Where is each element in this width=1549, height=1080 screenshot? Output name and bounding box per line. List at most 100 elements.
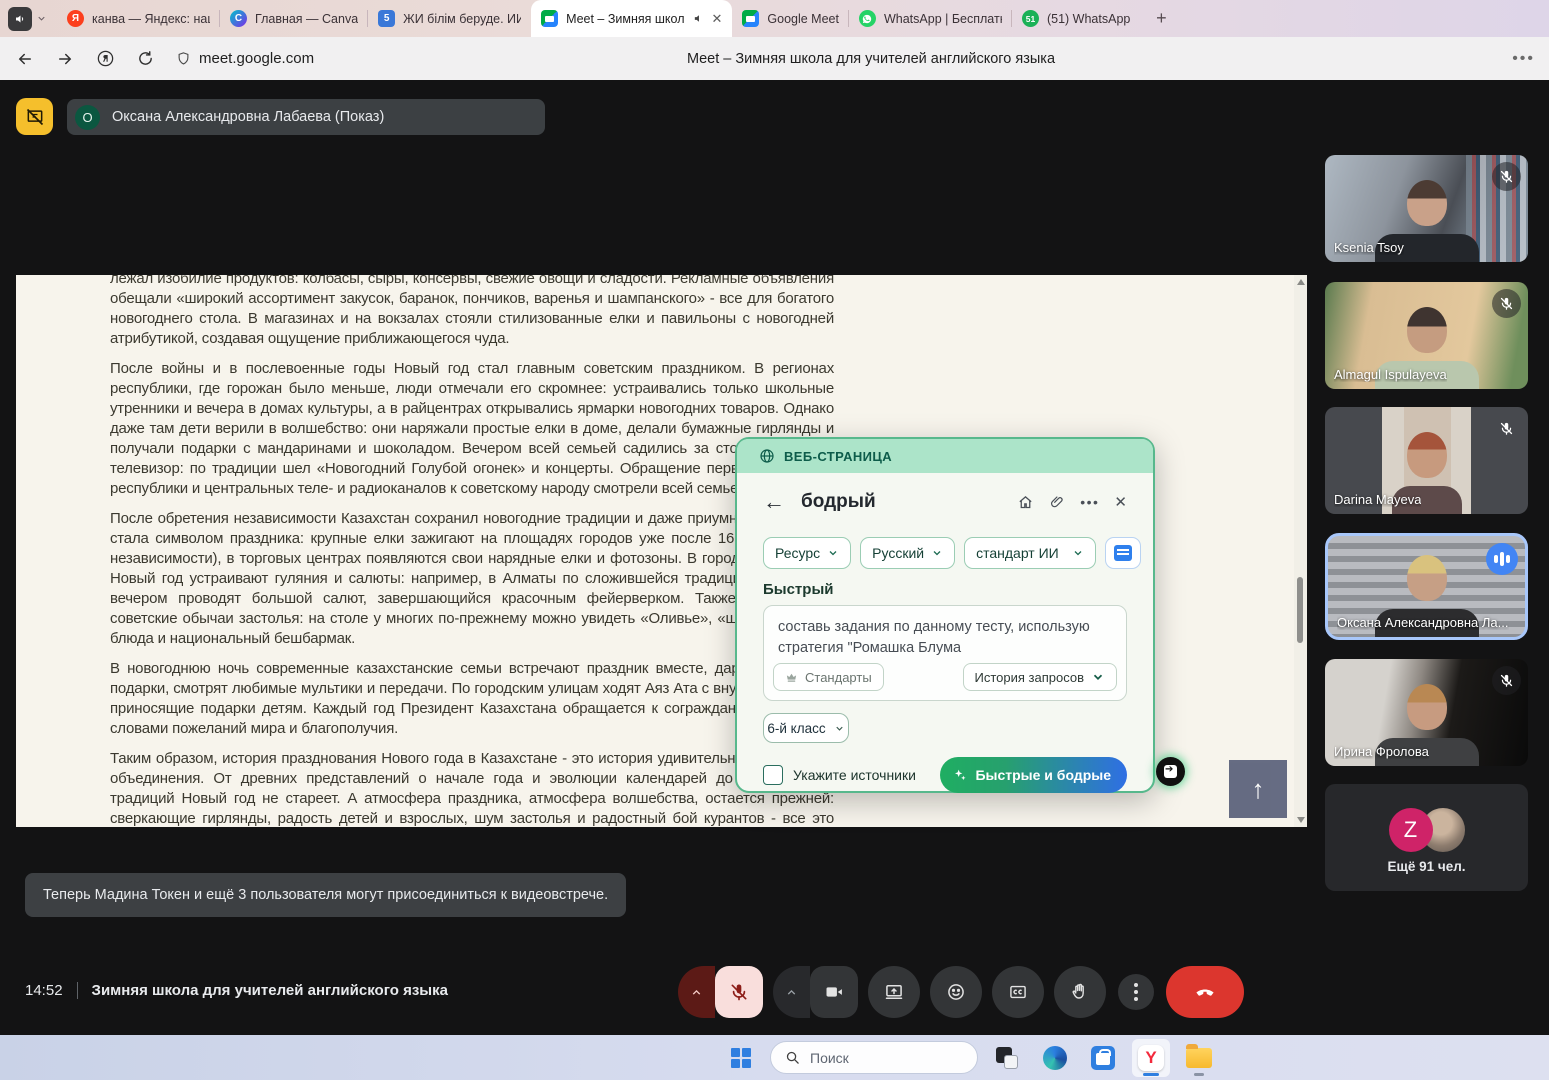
folder-icon — [1186, 1048, 1212, 1068]
reload-button[interactable] — [128, 44, 162, 74]
participant-video — [1372, 583, 1482, 640]
mic-muted-icon — [1492, 414, 1521, 443]
submit-button[interactable]: Быстрые и бодрые — [940, 757, 1127, 793]
grade-dropdown[interactable]: 6-й класс — [763, 713, 849, 743]
browser-menu-button[interactable]: ••• — [1512, 37, 1535, 80]
prompt-text: составь задания по данному тесту, исполь… — [778, 617, 1112, 659]
store-icon — [1091, 1046, 1115, 1070]
popup-close-button[interactable]: ✕ — [1114, 493, 1127, 511]
hand-icon — [1070, 982, 1090, 1002]
speaker-icon — [14, 13, 26, 25]
tab-title: ЖИ білім беруде. ИИ в об — [403, 12, 521, 26]
mic-off-icon — [729, 982, 749, 1002]
participant-tile-darina[interactable]: Darina Mayeva — [1325, 407, 1528, 514]
document-scrollbar[interactable] — [1294, 275, 1307, 827]
scrollbar-thumb[interactable] — [1297, 577, 1303, 643]
forward-button[interactable] — [48, 44, 82, 74]
camera-control — [773, 966, 858, 1018]
participant-tile-irina[interactable]: Ирина Фролова — [1325, 659, 1528, 766]
globe-icon — [759, 448, 775, 464]
scroll-down-arrow[interactable] — [1297, 817, 1305, 823]
slides-favicon: 5 — [378, 10, 395, 27]
meet-controls — [678, 966, 1244, 1018]
tab-yandex-search[interactable]: Я канва — Яндекс: нашлась — [57, 0, 220, 37]
participant-tile-overflow[interactable]: Z Ещё 91 чел. — [1325, 784, 1528, 891]
tab-google-meet[interactable]: Google Meet — [732, 0, 849, 37]
presentation-warning-button[interactable] — [16, 98, 53, 135]
history-button[interactable]: История запросов — [963, 663, 1118, 691]
language-dropdown[interactable]: Русский — [860, 537, 955, 569]
back-button[interactable] — [8, 44, 42, 74]
window-page-title: Meet – Зимняя школа для учителей английс… — [687, 37, 1055, 80]
prompt-input[interactable]: составь задания по данному тесту, исполь… — [763, 605, 1127, 701]
tab-canva[interactable]: C Главная — Canva — [220, 0, 368, 37]
presenter-name: Оксана Александровна Лабаева (Показ) — [112, 109, 384, 125]
shield-icon — [176, 51, 191, 66]
tab-audio-icon — [693, 13, 704, 24]
presenter-pill[interactable]: О Оксана Александровна Лабаева (Показ) — [67, 99, 545, 135]
meet-favicon — [541, 10, 558, 27]
history-label: История запросов — [975, 670, 1085, 685]
extension-open-button[interactable] — [1156, 757, 1185, 786]
document-mode-button[interactable] — [1105, 537, 1141, 569]
resource-dropdown[interactable]: Ресурс — [763, 537, 851, 569]
dropdown-label: Ресурс — [775, 545, 820, 561]
mic-muted-icon — [1492, 289, 1521, 318]
chevron-down-icon — [1091, 670, 1105, 684]
submit-label: Быстрые и бодрые — [975, 767, 1111, 783]
edge-button[interactable] — [1036, 1039, 1074, 1077]
grade-label: 6-й класс — [767, 721, 825, 736]
file-explorer-button[interactable] — [1180, 1039, 1218, 1077]
yandex-browser-button[interactable]: Y — [1132, 1039, 1170, 1077]
canva-favicon: C — [230, 10, 247, 27]
participant-tile-oksana-speaking[interactable]: Оксана Александровна Ла... — [1325, 533, 1528, 640]
back-arrow-button[interactable]: ← — [763, 491, 785, 513]
standards-button[interactable]: Стандарты — [773, 663, 884, 691]
participant-tile-ksenia[interactable]: Ksenia Tsoy — [1325, 155, 1528, 262]
captions-button[interactable] — [992, 966, 1044, 1018]
sources-checkbox[interactable] — [763, 765, 783, 785]
tab-title: WhatsApp | Бесплатный з — [884, 12, 1002, 26]
chevron-down-icon[interactable] — [36, 13, 47, 24]
new-tab-button[interactable]: + — [1148, 6, 1174, 32]
popup-more-button[interactable]: ••• — [1080, 494, 1099, 510]
scroll-up-arrow[interactable] — [1297, 279, 1305, 285]
present-button[interactable] — [868, 966, 920, 1018]
ai-model-dropdown[interactable]: стандарт ИИ — [964, 537, 1096, 569]
tab-whatsapp-web[interactable]: WhatsApp | Бесплатный з — [849, 0, 1012, 37]
sparkles-icon — [952, 767, 968, 783]
global-mute-button[interactable] — [8, 7, 32, 31]
end-call-button[interactable] — [1166, 966, 1244, 1018]
paperclip-icon[interactable] — [1049, 494, 1065, 510]
scroll-to-top-button[interactable]: ↑ — [1229, 760, 1287, 818]
participant-name: Ksenia Tsoy — [1334, 240, 1404, 255]
join-notification-toast: Теперь Мадина Токен и ещё 3 пользователя… — [25, 873, 626, 917]
mic-mute-button[interactable] — [715, 966, 763, 1018]
store-button[interactable] — [1084, 1039, 1122, 1077]
url-field[interactable]: meet.google.com — [176, 50, 314, 67]
tab-slides[interactable]: 5 ЖИ білім беруде. ИИ в об — [368, 0, 531, 37]
task-view-icon — [996, 1047, 1018, 1069]
browser-address-bar: meet.google.com Meet – Зимняя школа для … — [0, 37, 1549, 80]
task-view-button[interactable] — [988, 1039, 1026, 1077]
chevron-up-icon — [785, 986, 798, 999]
more-options-button[interactable] — [1118, 974, 1154, 1010]
windows-logo-icon — [731, 1048, 751, 1068]
camera-toggle-button[interactable] — [810, 966, 858, 1018]
tab-meet-active[interactable]: Meet – Зимняя школ ✕ — [531, 0, 732, 37]
reactions-button[interactable] — [930, 966, 982, 1018]
mic-options-button[interactable] — [678, 966, 715, 1018]
whatsapp-badge-favicon: 51 — [1022, 10, 1039, 27]
taskbar-search[interactable]: Поиск — [770, 1041, 978, 1074]
start-button[interactable] — [722, 1039, 760, 1077]
tab-whatsapp-count[interactable]: 51 (51) WhatsApp — [1012, 0, 1140, 37]
tab-close-icon[interactable]: ✕ — [712, 11, 723, 27]
yandex-favicon: Я — [67, 10, 84, 27]
participant-tile-almagul[interactable]: Almagul Ispulayeva — [1325, 282, 1528, 389]
raise-hand-button[interactable] — [1054, 966, 1106, 1018]
yandex-services-button[interactable] — [88, 44, 122, 74]
yandex-browser-icon: Y — [1138, 1045, 1164, 1071]
tab-title: (51) WhatsApp — [1047, 12, 1130, 26]
camera-options-button[interactable] — [773, 966, 810, 1018]
home-icon[interactable] — [1017, 494, 1034, 511]
